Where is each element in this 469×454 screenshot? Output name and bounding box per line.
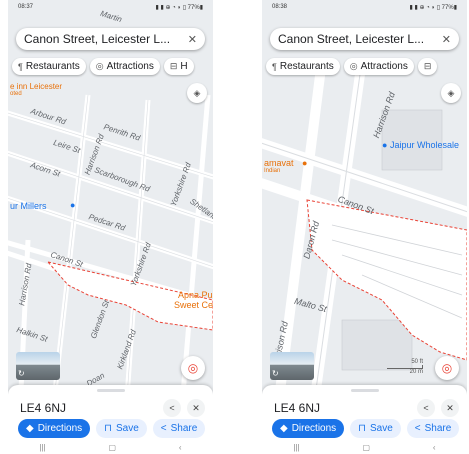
save-label: Save [115, 423, 139, 434]
share-icon[interactable]: < [163, 399, 181, 417]
restaurant-pin-icon: ● [302, 158, 308, 168]
chip-label: Attractions [360, 61, 408, 72]
directions-button[interactable]: ◆ Directions [272, 419, 345, 438]
category-chips: ¶ Restaurants ◎ Attractions ⊟ [266, 58, 438, 75]
chip-hotels[interactable]: ⊟ H [163, 58, 194, 75]
place-title: LE4 6NJ [274, 401, 321, 415]
poi-apna[interactable]: Apna Pu [178, 290, 213, 300]
share-icon: < [160, 423, 167, 434]
fork-knife-icon: ¶ [272, 61, 277, 72]
fork-knife-icon: ¶ [18, 61, 23, 72]
attractions-icon: ◎ [349, 61, 358, 71]
bookmark-icon: ⊓ [104, 423, 112, 434]
back-icon[interactable]: ‹ [179, 443, 182, 452]
chip-hotels[interactable]: ⊟ [417, 58, 438, 75]
status-bar: 08:38 ▮ ▮ ⊕ ◔ ◗ ▯ 77%▮ [272, 4, 457, 11]
scale-m: 20 m [409, 369, 423, 375]
status-time: 08:38 [272, 4, 288, 10]
drag-handle[interactable] [96, 389, 125, 392]
status-time: 08:37 [18, 4, 34, 10]
share-button[interactable]: < Share [406, 419, 460, 438]
poi-marker-icon: ● [382, 140, 390, 150]
share-icon: < [414, 423, 421, 434]
poi-millers[interactable]: ur Millers [10, 201, 47, 211]
map-scale: 50 ft 20 m [387, 359, 423, 375]
chip-label: H [180, 61, 188, 72]
poi-marker-icon: ● [70, 200, 76, 210]
recents-icon[interactable]: ||| [293, 443, 299, 452]
chip-restaurants[interactable]: ¶ Restaurants [12, 58, 86, 75]
my-location-button[interactable]: ◎ [181, 356, 205, 380]
share-icon[interactable]: < [417, 399, 435, 417]
save-button[interactable]: ⊓ Save [350, 419, 401, 438]
chip-label: Restaurants [279, 61, 334, 72]
phone-screen-right: Harrison Rd Daron Rd Canon St Harrison R… [262, 0, 467, 454]
chip-label: Attractions [106, 61, 154, 72]
home-icon[interactable]: ▢ [109, 443, 117, 452]
status-icons: ▮ ▮ ⊕ ◔ ◗ ▯ 77%▮ [155, 5, 204, 11]
place-sheet: LE4 6NJ < ✕ ◆ Directions ⊓ Save < Share … [8, 385, 213, 454]
save-button[interactable]: ⊓ Save [96, 419, 147, 438]
hotel-icon: ⊟ [423, 61, 432, 71]
chip-attractions[interactable]: ◎ Attractions [343, 58, 414, 75]
share-label: Share [424, 423, 452, 434]
directions-button[interactable]: ◆ Directions [18, 419, 91, 438]
street-view-icon: ↻ [272, 369, 279, 378]
directions-label: Directions [291, 423, 337, 434]
chip-restaurants[interactable]: ¶ Restaurants [266, 58, 340, 75]
hotel-icon: ⊟ [169, 61, 178, 71]
drag-handle[interactable] [350, 389, 379, 392]
back-icon[interactable]: ‹ [433, 443, 436, 452]
layers-icon[interactable]: ◈ [441, 83, 461, 103]
chip-label: Restaurants [25, 61, 80, 72]
recents-icon[interactable]: ||| [39, 443, 45, 452]
phone-screen-left: Arbour Rd Penrith Rd Leire St Harrison R… [8, 0, 213, 454]
save-label: Save [369, 423, 393, 434]
category-chips: ¶ Restaurants ◎ Attractions ⊟ H [12, 58, 194, 75]
poi-jaipur-wholesale[interactable]: ● Jaipur Wholesale [382, 140, 459, 150]
search-bar[interactable]: Canon Street, Leicester L... ✕ [16, 28, 205, 50]
bookmark-icon: ⊓ [358, 423, 366, 434]
attractions-icon: ◎ [95, 61, 104, 71]
home-icon[interactable]: ▢ [363, 443, 371, 452]
street-view-thumbnail[interactable]: ↻ [270, 352, 314, 380]
status-icons: ▮ ▮ ⊕ ◔ ◗ ▯ 77%▮ [409, 5, 458, 11]
poi-premier-inn-sub: oted [10, 91, 22, 97]
share-button[interactable]: < Share [152, 419, 206, 438]
share-label: Share [170, 423, 198, 434]
close-icon[interactable]: ✕ [187, 399, 205, 417]
poi-sweet[interactable]: Sweet Ce [174, 300, 213, 310]
search-bar[interactable]: Canon Street, Leicester L... ✕ [270, 28, 459, 50]
directions-label: Directions [37, 423, 83, 434]
close-icon[interactable]: ✕ [442, 33, 451, 46]
directions-icon: ◆ [26, 423, 34, 434]
android-nav-bar: ||| ▢ ‹ [262, 443, 467, 452]
place-sheet: LE4 6NJ < ✕ ◆ Directions ⊓ Save < Share … [262, 385, 467, 454]
street-view-icon: ↻ [18, 369, 25, 378]
close-icon[interactable]: ✕ [441, 399, 459, 417]
street-view-thumbnail[interactable]: ↻ [16, 352, 60, 380]
search-text[interactable]: Canon Street, Leicester L... [24, 32, 188, 46]
directions-icon: ◆ [280, 423, 288, 434]
layers-icon[interactable]: ◈ [187, 83, 207, 103]
chip-attractions[interactable]: ◎ Attractions [89, 58, 160, 75]
poi-premier-inn[interactable]: e inn Leicester [10, 82, 62, 91]
status-bar: 08:37 ▮ ▮ ⊕ ◔ ◗ ▯ 77%▮ [18, 4, 203, 11]
place-title: LE4 6NJ [20, 401, 67, 415]
poi-amavat-sub: Indian [264, 168, 281, 174]
close-icon[interactable]: ✕ [188, 33, 197, 46]
android-nav-bar: ||| ▢ ‹ [8, 443, 213, 452]
poi-amavat[interactable]: amavat [264, 158, 294, 168]
my-location-button[interactable]: ◎ [435, 356, 459, 380]
search-text[interactable]: Canon Street, Leicester L... [278, 32, 442, 46]
